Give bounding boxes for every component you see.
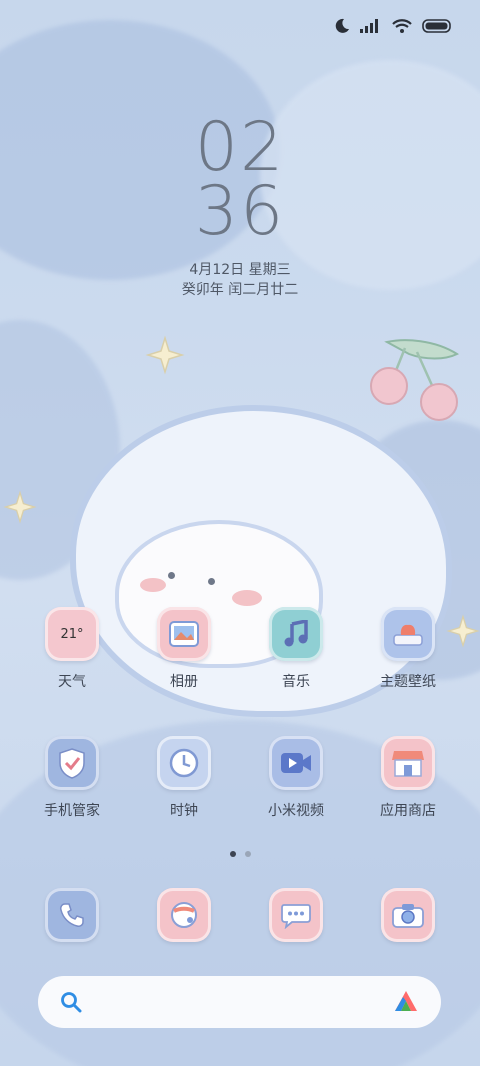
app-weather[interactable]: 21° 天气 <box>16 607 128 691</box>
clock-minutes: 36 <box>194 172 286 251</box>
app-label: 时钟 <box>170 803 198 819</box>
app-theme[interactable]: 主题壁纸 <box>352 607 464 691</box>
star-decoration <box>145 335 185 375</box>
clock-icon <box>157 736 211 790</box>
store-icon <box>381 736 435 790</box>
app-music[interactable]: 音乐 <box>240 607 352 691</box>
shield-icon <box>45 736 99 790</box>
search-icon[interactable] <box>60 991 82 1013</box>
weather-temp: 21° <box>60 626 84 642</box>
dock-messages[interactable] <box>240 888 352 942</box>
dock-phone[interactable] <box>16 888 128 942</box>
dock-camera[interactable] <box>352 888 464 942</box>
gallery-icon <box>157 607 211 661</box>
lunar-date-line: 癸卯年 闰二月廿二 <box>181 282 299 298</box>
music-icon <box>269 607 323 661</box>
page-indicator[interactable] <box>0 851 480 857</box>
cherries-decoration <box>370 339 460 421</box>
search-bar[interactable] <box>38 976 441 1028</box>
video-icon <box>269 736 323 790</box>
app-clock[interactable]: 时钟 <box>128 736 240 820</box>
page-dot-1[interactable] <box>229 851 236 857</box>
clock-hours: 02 <box>194 108 286 187</box>
weather-icon: 21° <box>45 607 99 661</box>
assistant-icon[interactable] <box>393 989 419 1015</box>
battery-icon <box>422 19 451 33</box>
app-store[interactable]: 应用商店 <box>352 736 464 820</box>
clock-widget[interactable]: 02 36 <box>0 108 480 251</box>
star-decoration <box>3 490 37 524</box>
app-label: 主题壁纸 <box>380 674 436 690</box>
browser-icon <box>157 888 211 942</box>
app-label: 手机管家 <box>44 803 100 819</box>
camera-icon <box>381 888 435 942</box>
messages-icon <box>269 888 323 942</box>
moon-icon <box>335 18 349 33</box>
app-video[interactable]: 小米视频 <box>240 736 352 820</box>
wifi-icon <box>392 18 412 33</box>
dock-browser[interactable] <box>128 888 240 942</box>
status-bar <box>334 18 452 34</box>
app-label: 应用商店 <box>380 803 436 819</box>
theme-icon <box>381 607 435 661</box>
app-label: 相册 <box>170 674 198 690</box>
app-gallery[interactable]: 相册 <box>128 607 240 691</box>
page-dot-2[interactable] <box>244 851 251 857</box>
app-label: 音乐 <box>282 674 310 690</box>
app-label: 小米视频 <box>268 803 324 819</box>
date-line: 4月12日 星期三 <box>189 262 291 278</box>
app-label: 天气 <box>58 674 86 690</box>
signal-icon <box>360 19 378 33</box>
phone-icon <box>45 888 99 942</box>
app-security[interactable]: 手机管家 <box>16 736 128 820</box>
